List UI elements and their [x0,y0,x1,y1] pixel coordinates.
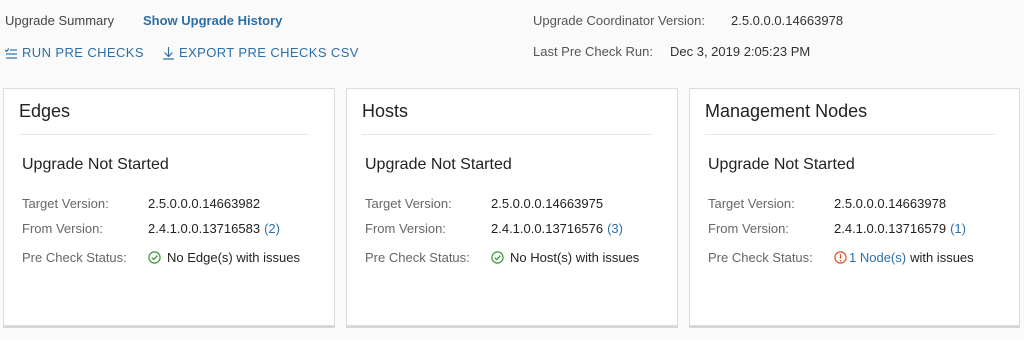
last-pre-check-run-label: Last Pre Check Run: [533,44,653,59]
from-version-value: 2.4.1.0.0.13716579 [834,221,947,236]
from-version: 2.4.1.0.0.13716579 (1) [834,221,966,236]
pre-check-status-value: No Host(s) with issues [510,250,640,265]
from-version-label: From Version: [22,221,103,236]
upgrade-status: Upgrade Not Started [708,156,855,173]
target-version-value: 2.5.0.0.0.14663978 [834,196,947,211]
target-version-value: 2.5.0.0.0.14663975 [491,196,604,211]
from-version-value: 2.4.1.0.0.13716576 [491,221,604,236]
pre-check-status-value: No Edge(s) with issues [167,250,300,265]
card-title: Edges [19,101,71,121]
card-divider [362,134,652,135]
target-version-label: Target Version: [365,196,452,211]
target-version-value: 2.5.0.0.0.14663982 [148,196,261,211]
download-icon [163,46,174,60]
hosts-card: Hosts Upgrade Not Started Target Version… [346,88,678,326]
target-version-label: Target Version: [22,196,109,211]
card-title: Hosts [362,101,409,121]
upgrade-summary-bar: Upgrade Summary Show Upgrade History RUN… [0,0,1024,80]
run-pre-checks-label: RUN PRE CHECKS [22,45,144,60]
from-version-count-link[interactable]: (3) [607,221,623,236]
checklist-icon [4,47,17,59]
target-version-label: Target Version: [708,196,795,211]
edges-card: Edges Upgrade Not Started Target Version… [3,88,335,326]
card-title: Management Nodes [705,101,868,121]
pre-check-status-label: Pre Check Status: [365,250,470,265]
upgrade-status: Upgrade Not Started [365,156,512,173]
from-version-value: 2.4.1.0.0.13716583 [148,221,261,236]
upgrade-summary-title: Upgrade Summary [5,13,115,28]
check-circle-icon [491,251,504,264]
pre-check-status-label: Pre Check Status: [708,250,813,265]
check-circle-icon [148,251,161,264]
run-pre-checks-button[interactable]: RUN PRE CHECKS [4,45,144,60]
coordinator-version-value: 2.5.0.0.0.14663978 [731,13,844,28]
coordinator-version-label: Upgrade Coordinator Version: [533,13,705,28]
from-version-count-link[interactable]: (2) [264,221,280,236]
from-version: 2.4.1.0.0.13716583 (2) [148,221,280,236]
pre-check-status: No Host(s) with issues [491,250,639,265]
exclamation-circle-icon [834,251,847,264]
pre-check-status: No Edge(s) with issues [148,250,300,265]
management-nodes-card: Management Nodes Upgrade Not Started Tar… [689,88,1020,326]
last-pre-check-run-value: Dec 3, 2019 2:05:23 PM [670,44,811,59]
card-divider [705,134,995,135]
export-pre-checks-csv-label: EXPORT PRE CHECKS CSV [179,45,359,60]
upgrade-status: Upgrade Not Started [22,156,169,173]
from-version-label: From Version: [708,221,789,236]
nodes-with-issues-link[interactable]: 1 Node(s) [849,250,906,265]
from-version-label: From Version: [365,221,446,236]
card-divider [19,134,309,135]
from-version: 2.4.1.0.0.13716576 (3) [491,221,623,236]
from-version-count-link[interactable]: (1) [950,221,966,236]
pre-check-status: 1 Node(s) with issues [834,250,974,265]
export-pre-checks-csv-button[interactable]: EXPORT PRE CHECKS CSV [162,45,359,60]
show-upgrade-history-link[interactable]: Show Upgrade History [143,13,282,28]
pre-check-status-label: Pre Check Status: [22,250,127,265]
pre-check-status-suffix: with issues [910,250,974,265]
